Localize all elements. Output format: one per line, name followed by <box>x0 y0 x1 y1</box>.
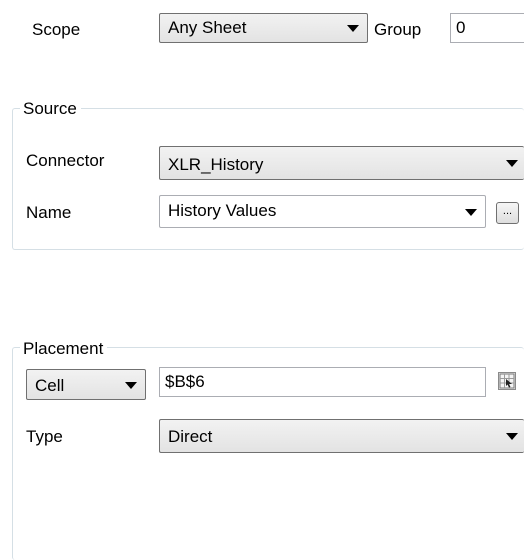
chevron-down-icon <box>506 433 518 440</box>
chevron-down-icon <box>465 208 477 216</box>
scope-label: Scope <box>32 20 81 39</box>
group-input[interactable]: 0 <box>450 13 524 43</box>
connector-label: Connector <box>26 151 105 170</box>
scope-dropdown[interactable]: Any Sheet <box>159 13 368 43</box>
source-group-title: Source <box>20 99 81 119</box>
placement-group-title: Placement <box>20 339 108 359</box>
connector-dropdown[interactable]: XLR_History <box>159 146 524 180</box>
cell-picker-button[interactable] <box>498 372 516 390</box>
placement-mode-dropdown[interactable]: Cell <box>26 369 146 400</box>
type-label: Type <box>26 427 63 446</box>
browse-button[interactable]: ... <box>496 202 519 224</box>
range-picker-icon <box>499 373 515 389</box>
group-value: 0 <box>456 18 466 37</box>
chevron-down-icon <box>506 160 518 167</box>
connector-value: XLR_History <box>168 155 264 174</box>
name-dropdown[interactable]: History Values <box>159 195 486 228</box>
scope-value: Any Sheet <box>168 18 247 37</box>
placement-mode-value: Cell <box>35 376 65 395</box>
type-value: Direct <box>168 427 213 446</box>
group-label: Group <box>374 20 422 39</box>
chevron-down-icon <box>347 25 359 32</box>
name-label: Name <box>26 203 72 222</box>
type-dropdown[interactable]: Direct <box>159 419 524 453</box>
cell-address-value: $B$6 <box>165 372 205 391</box>
cell-address-input[interactable]: $B$6 <box>159 367 486 397</box>
name-value: History Values <box>168 201 277 220</box>
chevron-down-icon <box>125 381 137 389</box>
